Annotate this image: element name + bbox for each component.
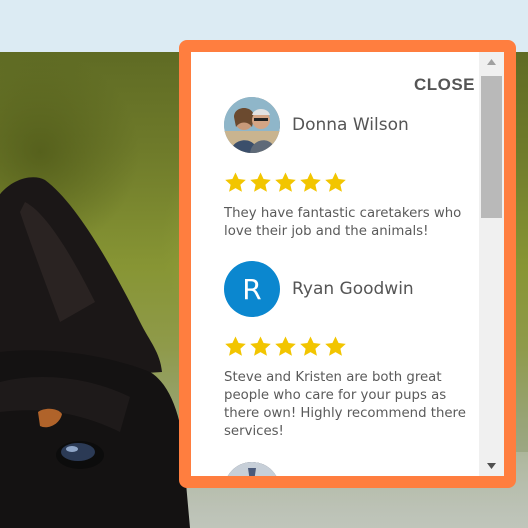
- scrollbar-thumb[interactable]: [481, 76, 502, 218]
- close-button[interactable]: CLOSE: [414, 75, 475, 95]
- star-icon: [275, 336, 296, 356]
- review-text: Steve and Kristen are both great people …: [224, 370, 466, 439]
- scroll-down-arrow-icon[interactable]: [479, 456, 504, 476]
- reviewer-name: Donna Wilson: [292, 115, 409, 135]
- scroll-up-arrow-icon[interactable]: [479, 52, 504, 72]
- reviewer-name: Ryan Goodwin: [292, 279, 414, 299]
- review-item: Donna Wilson They have fantastic caretak…: [224, 97, 474, 241]
- review-item: [224, 462, 474, 476]
- star-icon: [325, 172, 346, 192]
- star-icon: [225, 336, 246, 356]
- avatar-photo-icon: [224, 462, 280, 476]
- star-icon: [300, 172, 321, 192]
- reviews-modal: CLOSE Donna Wilson They have fantastic c…: [179, 40, 516, 488]
- star-rating: [224, 335, 474, 359]
- star-icon: [300, 336, 321, 356]
- star-icon: [250, 172, 271, 192]
- reviews-list[interactable]: CLOSE Donna Wilson They have fantastic c…: [191, 52, 479, 476]
- review-item: R Ryan Goodwin Steve and Kristen are bot…: [224, 261, 474, 441]
- star-rating: [224, 171, 474, 195]
- reviewer-row: R Ryan Goodwin: [224, 261, 474, 317]
- avatar: R: [224, 261, 280, 317]
- star-icon: [250, 336, 271, 356]
- star-icon: [225, 172, 246, 192]
- review-text: They have fantastic caretakers who love …: [224, 206, 462, 239]
- star-icon: [275, 172, 296, 192]
- modal-scrollbar[interactable]: [479, 52, 504, 476]
- avatar-photo-icon: [224, 97, 280, 153]
- avatar: [224, 97, 280, 153]
- reviewer-row: Donna Wilson: [224, 97, 474, 153]
- avatar: [224, 462, 280, 476]
- star-icon: [325, 336, 346, 356]
